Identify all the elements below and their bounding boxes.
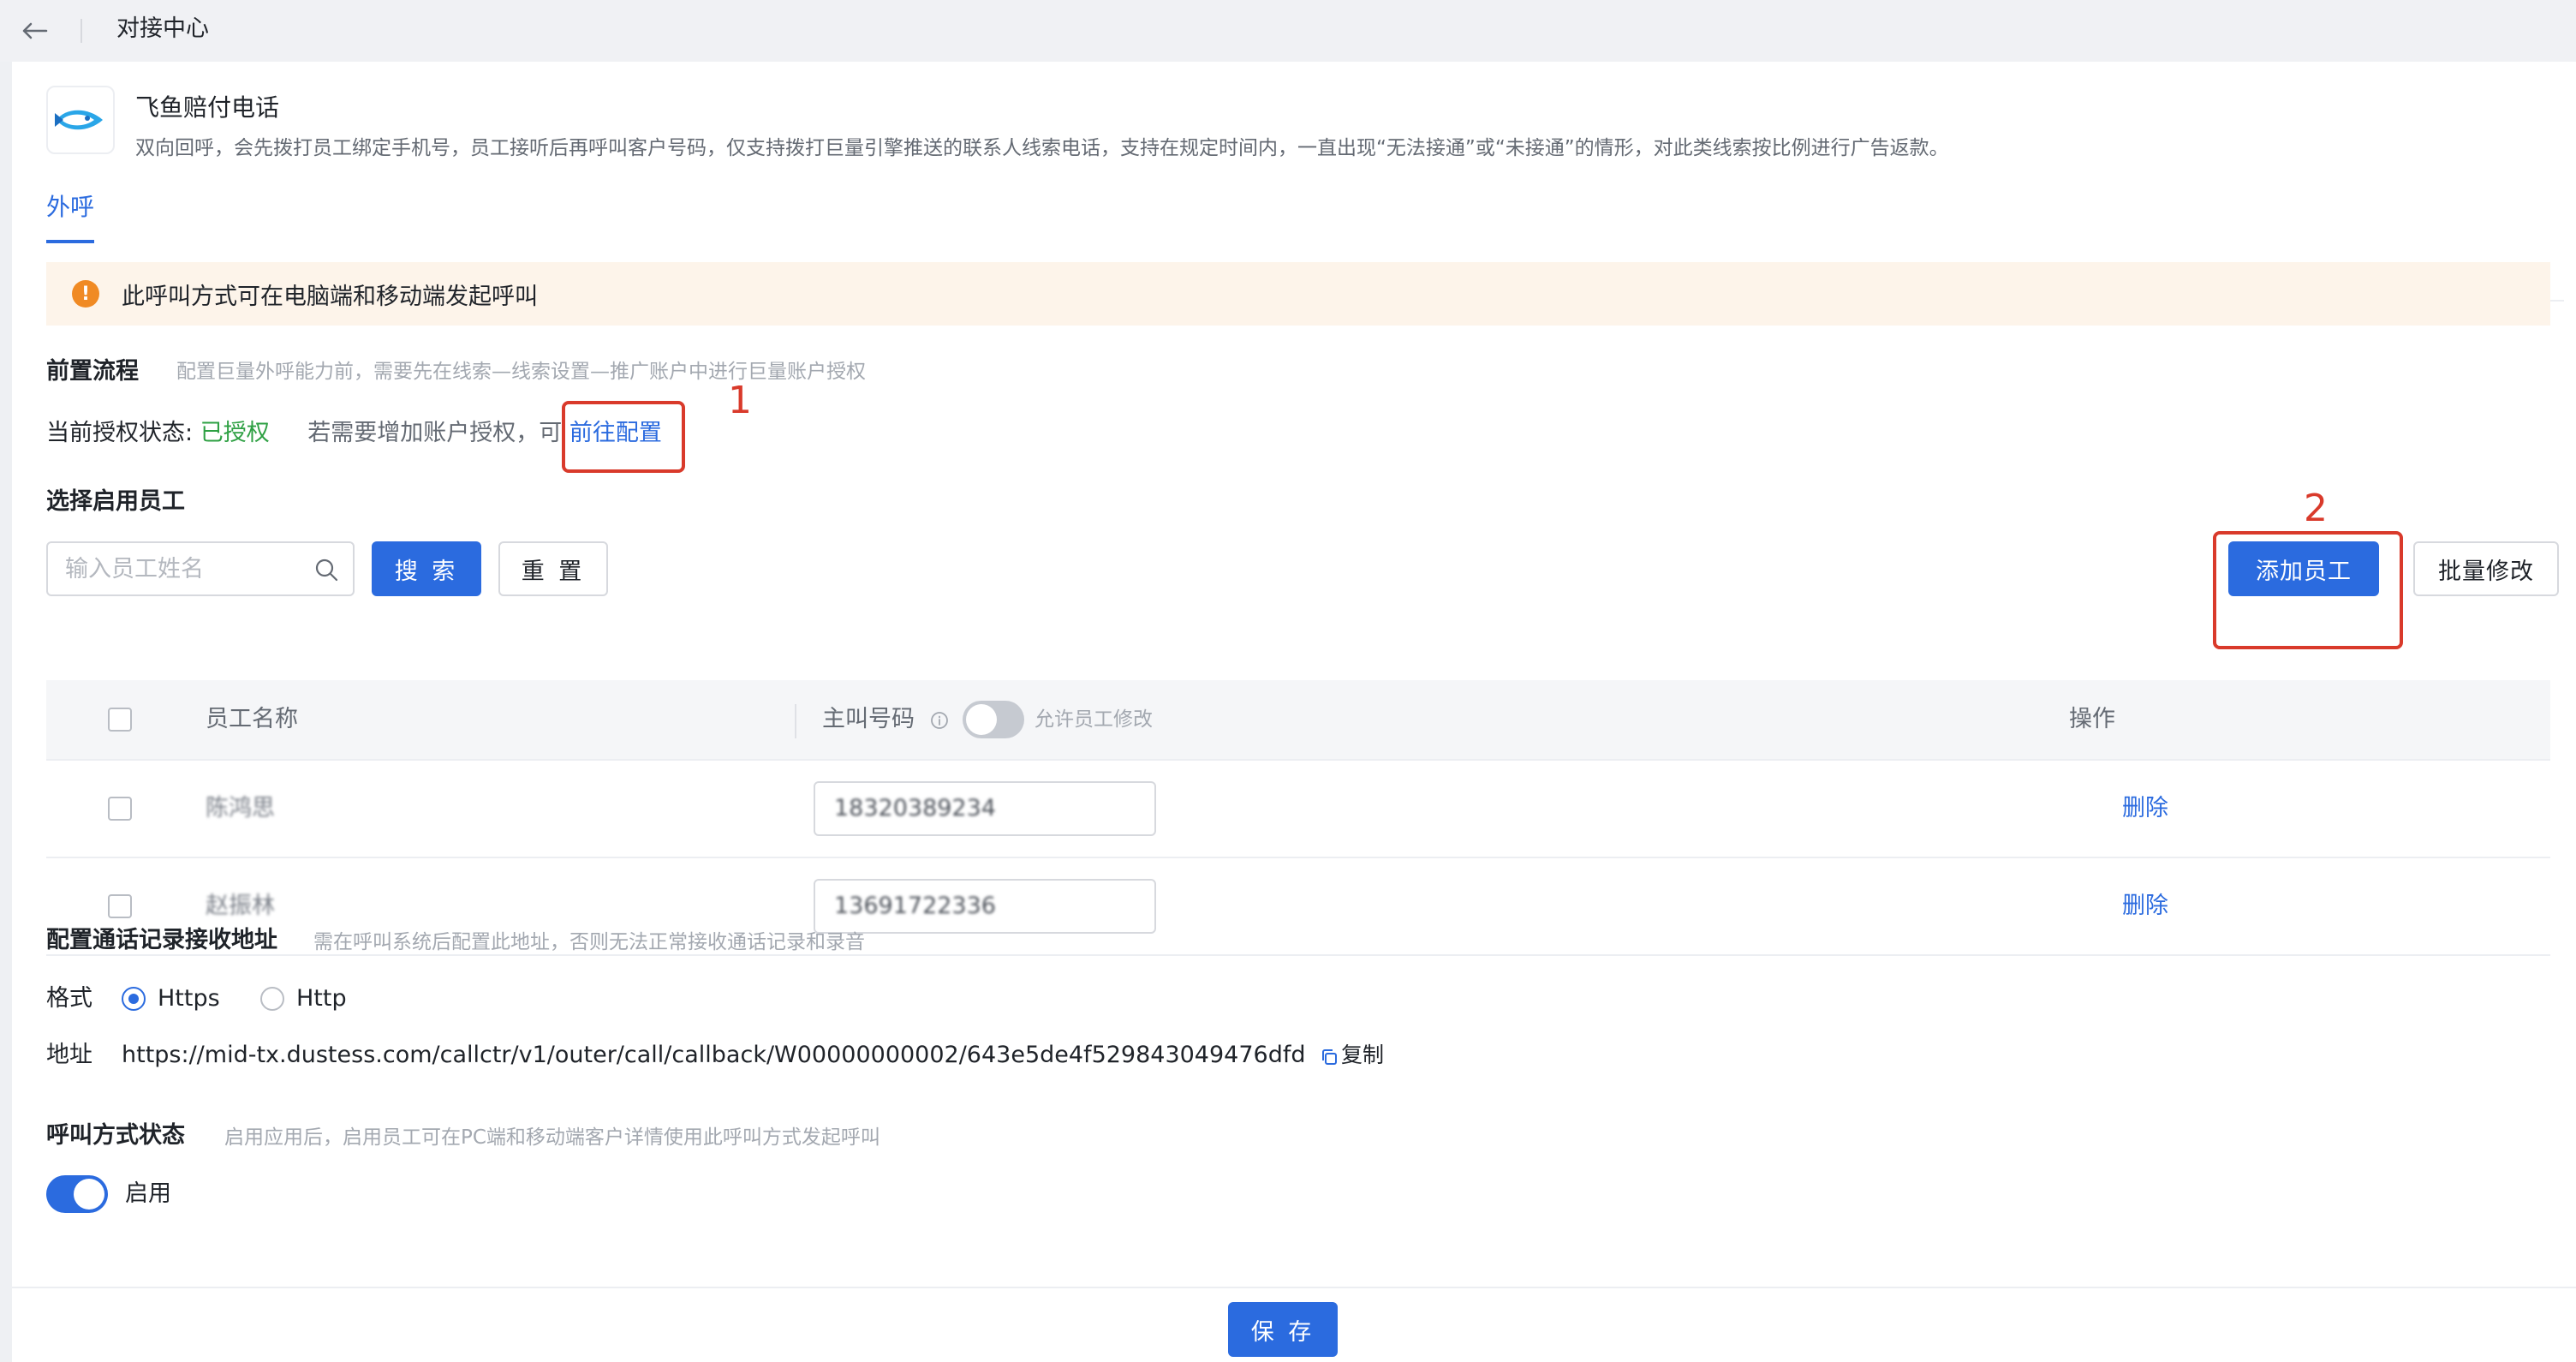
toggle-knob xyxy=(966,704,997,735)
pre-process-hint: 配置巨量外呼能力前，需要先在线索—线索设置—推广账户中进行巨量账户授权 xyxy=(176,361,866,383)
staff-table-header: 员工名称 主叫号码 允许员工修改 操作 xyxy=(46,680,2550,761)
address-label: 地址 xyxy=(46,1042,92,1068)
toggle-knob xyxy=(74,1179,104,1210)
auth-add-hint: 若需要增加账户授权，可 xyxy=(307,420,563,446)
staff-search-field[interactable] xyxy=(65,543,305,594)
row-checkbox[interactable] xyxy=(108,797,132,821)
staff-name: 陈鸿思 xyxy=(206,795,275,821)
callback-section-title: 配置通话记录接收地址 xyxy=(46,927,277,953)
format-label: 格式 xyxy=(46,985,92,1012)
call-status-hint: 启用应用后，启用员工可在PC端和移动端客户详情使用此呼叫方式发起呼叫 xyxy=(224,1126,880,1149)
auth-status-value: 已授权 xyxy=(200,420,270,446)
copy-link[interactable]: 复制 xyxy=(1341,1038,1384,1072)
allow-edit-toggle[interactable] xyxy=(963,701,1024,738)
alert-text: 此呼叫方式可在电脑端和移动端发起呼叫 xyxy=(122,283,538,310)
radio-https[interactable] xyxy=(122,987,146,1011)
back-arrow-icon[interactable] xyxy=(17,14,51,48)
search-icon[interactable] xyxy=(313,557,339,582)
staff-name: 赵振林 xyxy=(206,893,275,919)
enable-toggle-label: 启用 xyxy=(125,1180,171,1207)
radio-http-label: Http xyxy=(296,985,347,1012)
tab-outbound[interactable]: 外呼 xyxy=(46,190,95,243)
info-icon xyxy=(931,712,948,729)
page-title: 对接中心 xyxy=(116,15,209,42)
staff-section-title: 选择启用员工 xyxy=(46,488,185,515)
reset-button[interactable]: 重 置 xyxy=(498,541,608,596)
col-staff-name: 员工名称 xyxy=(206,706,298,732)
annotation-number-1: 1 xyxy=(728,379,752,422)
main-card: 飞鱼赔付电话 双向回呼，会先拨打员工绑定手机号，员工接听后再呼叫客户号码，仅支持… xyxy=(12,62,2576,1287)
radio-http[interactable] xyxy=(260,987,284,1011)
caller-number-input[interactable]: 13691722336 xyxy=(814,879,1156,934)
annotation-box-1 xyxy=(562,401,685,473)
call-status-title: 呼叫方式状态 xyxy=(46,1122,185,1149)
delete-link[interactable]: 删除 xyxy=(2122,889,2168,923)
info-alert: ! 此呼叫方式可在电脑端和移动端发起呼叫 xyxy=(46,262,2550,326)
auth-status-label: 当前授权状态: xyxy=(46,420,194,446)
row-checkbox[interactable] xyxy=(108,894,132,918)
callback-address: https://mid-tx.dustess.com/callctr/v1/ou… xyxy=(122,1042,1306,1068)
pre-process-title: 前置流程 xyxy=(46,358,139,385)
app-description: 双向回呼，会先拨打员工绑定手机号，员工接听后再呼叫客户号码，仅支持拨打巨量引擎推… xyxy=(135,137,1949,159)
table-row: 陈鸿思 18320389234 删除 xyxy=(46,761,2550,858)
staff-search-input[interactable] xyxy=(46,541,355,596)
annotation-number-2: 2 xyxy=(2304,487,2328,530)
allow-edit-label: 允许员工修改 xyxy=(1035,708,1153,731)
search-button[interactable]: 搜 索 xyxy=(372,541,481,596)
caller-number-input[interactable]: 18320389234 xyxy=(814,781,1156,836)
batch-edit-button[interactable]: 批量修改 xyxy=(2413,541,2559,596)
delete-link[interactable]: 删除 xyxy=(2122,792,2168,826)
top-bar: 对接中心 xyxy=(0,0,2576,62)
annotation-box-2 xyxy=(2213,531,2403,649)
col-action: 操作 xyxy=(2069,706,2115,732)
footer-bar: 保 存 xyxy=(12,1287,2576,1362)
caller-number-value: 18320389234 xyxy=(834,795,996,821)
radio-https-label: Https xyxy=(158,985,220,1012)
app-name: 飞鱼赔付电话 xyxy=(135,93,280,122)
fish-logo-icon xyxy=(55,110,103,130)
caller-number-value: 13691722336 xyxy=(834,893,996,919)
warning-icon: ! xyxy=(72,280,99,308)
topbar-divider xyxy=(80,19,82,43)
select-all-checkbox[interactable] xyxy=(108,708,132,732)
column-separator xyxy=(795,704,796,738)
enable-toggle[interactable] xyxy=(46,1175,108,1213)
callback-hint: 需在呼叫系统后配置此地址，否则无法正常接收通话记录和录音 xyxy=(313,931,865,953)
app-logo xyxy=(46,86,115,154)
save-button[interactable]: 保 存 xyxy=(1228,1302,1338,1357)
col-caller-number: 主叫号码 xyxy=(822,706,915,732)
copy-icon[interactable] xyxy=(1319,1047,1339,1067)
